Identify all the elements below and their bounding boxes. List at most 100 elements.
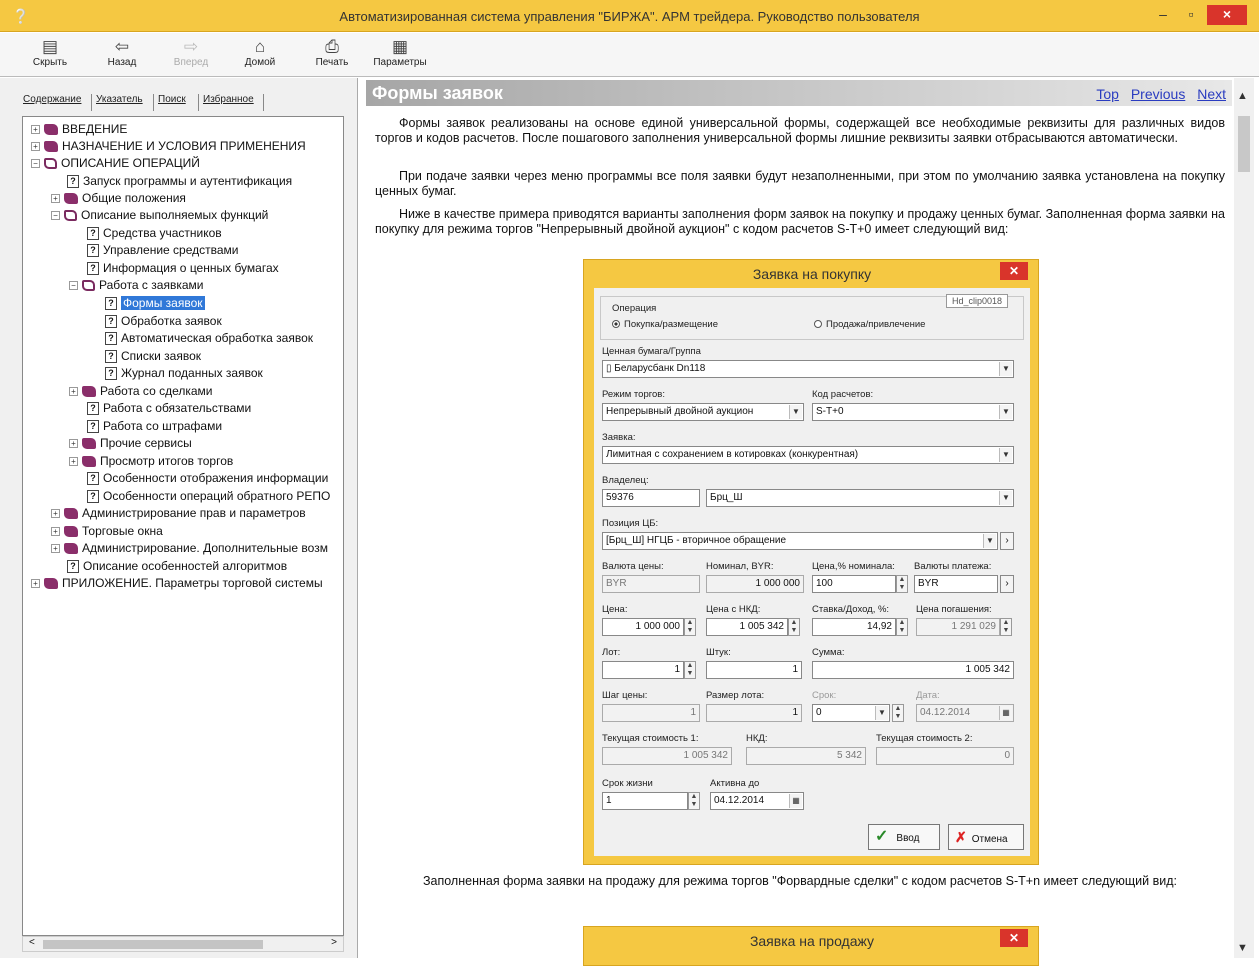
quantity-field[interactable]: 1 — [706, 661, 802, 679]
tree-item[interactable]: − ОПИСАНИЕ ОПЕРАЦИЙ — [31, 155, 200, 172]
topic-vertical-scrollbar[interactable]: ▲ ▼ — [1234, 78, 1254, 958]
price-percent-field[interactable]: 100 — [812, 575, 896, 593]
chevron-down-icon[interactable]: ▼ — [789, 405, 802, 419]
tree-item[interactable]: ? Работа с обязательствами — [87, 400, 251, 417]
rate-field[interactable]: 14,92 — [812, 618, 896, 636]
expand-icon[interactable]: + — [31, 579, 40, 589]
next-link[interactable]: Next — [1197, 86, 1226, 102]
tree-item[interactable]: + НАЗНАЧЕНИЕ И УСЛОВИЯ ПРИМЕНЕНИЯ — [31, 138, 306, 155]
pay-currency-more-icon[interactable]: › — [1000, 575, 1014, 593]
tree-item[interactable]: + Прочие сервисы — [69, 435, 192, 452]
spinner-icon[interactable]: ▲ ▼ — [684, 661, 696, 679]
tree-item[interactable]: ? Особенности отображения информации — [87, 470, 328, 487]
tree-item[interactable]: − Описание выполняемых функций — [51, 207, 268, 224]
position-more-icon[interactable]: › — [1000, 532, 1014, 550]
pay-currency-field[interactable]: BYR — [914, 575, 998, 593]
spinner-icon[interactable]: ▲ ▼ — [788, 618, 800, 636]
spinner-icon[interactable]: ▲ ▼ — [892, 704, 904, 722]
radio-buy[interactable]: Покупка/размещение — [612, 319, 718, 330]
close-button[interactable]: × — [1207, 5, 1247, 25]
expand-icon[interactable]: + — [51, 509, 60, 519]
home-button[interactable]: ⌂ Домой — [232, 37, 288, 68]
tree-item-selected[interactable]: ? Формы заявок — [105, 295, 205, 312]
position-select[interactable]: [Брц_Ш] НГЦБ - вторичное обращение ▼ — [602, 532, 998, 550]
tree-item[interactable]: + Торговые окна — [51, 523, 163, 540]
hide-button[interactable]: ▤ Скрыть — [22, 37, 78, 68]
tree-item[interactable]: ? Запуск программы и аутентификация — [67, 173, 292, 190]
options-button[interactable]: ▦ Параметры — [372, 37, 428, 68]
active-until-field[interactable]: 04.12.2014 ▦ — [710, 792, 804, 810]
calendar-icon[interactable]: ▦ — [999, 706, 1012, 720]
minimize-button[interactable]: – — [1150, 5, 1176, 25]
mode-select[interactable]: Непрерывный двойной аукцион ▼ — [602, 403, 804, 421]
previous-link[interactable]: Previous — [1131, 86, 1185, 102]
chevron-down-icon[interactable]: ▼ — [983, 534, 996, 548]
tree-item[interactable]: ? Автоматическая обработка заявок — [105, 330, 313, 347]
chevron-down-icon[interactable]: ▼ — [875, 706, 888, 720]
sum-field[interactable]: 1 005 342 — [812, 661, 1014, 679]
tree-item[interactable]: ? Описание особенностей алгоритмов — [67, 558, 287, 575]
lifetime-field[interactable]: 1 — [602, 792, 688, 810]
tab-favorites[interactable]: Избранное — [203, 94, 254, 105]
scroll-right-icon[interactable]: > — [331, 937, 337, 948]
collapse-icon[interactable]: − — [69, 281, 78, 291]
print-button[interactable]: ⎙ Печать — [304, 37, 360, 68]
tree-item[interactable]: ? Обработка заявок — [105, 313, 222, 330]
expand-icon[interactable]: + — [69, 387, 78, 397]
spinner-icon[interactable]: ▲ ▼ — [896, 575, 908, 593]
scroll-down-icon[interactable]: ▼ — [1237, 942, 1248, 954]
radio-sell[interactable]: Продажа/привлечение — [814, 319, 925, 330]
term-select[interactable]: 0 ▼ — [812, 704, 890, 722]
forward-button[interactable]: ⇨ Вперед — [163, 37, 219, 68]
collapse-icon[interactable]: − — [51, 211, 60, 221]
tree-item[interactable]: − Работа с заявками — [69, 277, 203, 294]
tree-item[interactable]: ? Информация о ценных бумагах — [87, 260, 279, 277]
back-button[interactable]: ⇦ Назад — [94, 37, 150, 68]
tree-item[interactable]: + Общие положения — [51, 190, 186, 207]
expand-icon[interactable]: + — [51, 194, 60, 204]
spinner-icon[interactable]: ▲ ▼ — [1000, 618, 1012, 636]
tree-item[interactable]: ? Журнал поданных заявок — [105, 365, 263, 382]
security-select[interactable]: ▯ Беларусбанк Dn118 ▼ — [602, 360, 1014, 378]
dialog-close-icon[interactable]: ✕ — [1000, 929, 1028, 947]
dialog-close-icon[interactable]: ✕ — [1000, 262, 1028, 280]
expand-icon[interactable]: + — [51, 544, 60, 554]
tree-item[interactable]: ? Управление средствами — [87, 242, 239, 259]
price-field[interactable]: 1 000 000 — [602, 618, 684, 636]
top-link[interactable]: Top — [1096, 86, 1119, 102]
tree-item[interactable]: + Администрирование прав и параметров — [51, 505, 306, 522]
spinner-icon[interactable]: ▲ ▼ — [896, 618, 908, 636]
tab-search[interactable]: Поиск — [158, 94, 186, 105]
expand-icon[interactable]: + — [51, 527, 60, 537]
owner-name-select[interactable]: Брц_Ш ▼ — [706, 489, 1014, 507]
collapse-icon[interactable]: − — [31, 159, 40, 169]
order-type-select[interactable]: Лимитная с сохранением в котировках (кон… — [602, 446, 1014, 464]
tree-item[interactable]: ? Особенности операций обратного РЕПО — [87, 488, 330, 505]
tree-item[interactable]: ? Работа со штрафами — [87, 418, 222, 435]
chevron-down-icon[interactable]: ▼ — [999, 362, 1012, 376]
expand-icon[interactable]: + — [69, 457, 78, 467]
tree-item[interactable]: ? Списки заявок — [105, 348, 201, 365]
tab-contents[interactable]: Содержание — [23, 94, 81, 105]
tree-item[interactable]: ? Средства участников — [87, 225, 222, 242]
scroll-thumb[interactable] — [1238, 116, 1250, 172]
chevron-down-icon[interactable]: ▼ — [999, 448, 1012, 462]
calendar-icon[interactable]: ▦ — [789, 794, 802, 808]
cancel-button[interactable]: ✗ Отмена — [948, 824, 1024, 850]
scroll-up-icon[interactable]: ▲ — [1237, 90, 1248, 102]
tree-item[interactable]: + Работа со сделками — [69, 383, 213, 400]
expand-icon[interactable]: + — [31, 142, 40, 152]
tree-item[interactable]: + ПРИЛОЖЕНИЕ. Параметры торговой системы — [31, 575, 323, 592]
tree-item[interactable]: + Просмотр итогов торгов — [69, 453, 233, 470]
tree-item[interactable]: + ВВЕДЕНИЕ — [31, 121, 127, 138]
code-select[interactable]: S-T+0 ▼ — [812, 403, 1014, 421]
maximize-button[interactable]: ▫ — [1178, 5, 1204, 25]
lot-field[interactable]: 1 — [602, 661, 684, 679]
scroll-thumb[interactable] — [43, 940, 263, 949]
chevron-down-icon[interactable]: ▼ — [999, 491, 1012, 505]
spinner-icon[interactable]: ▲ ▼ — [688, 792, 700, 810]
tree-item[interactable]: + Администрирование. Дополнительные возм — [51, 540, 328, 557]
chevron-down-icon[interactable]: ▼ — [999, 405, 1012, 419]
spinner-icon[interactable]: ▲ ▼ — [684, 618, 696, 636]
owner-id-field[interactable]: 59376 — [602, 489, 700, 507]
